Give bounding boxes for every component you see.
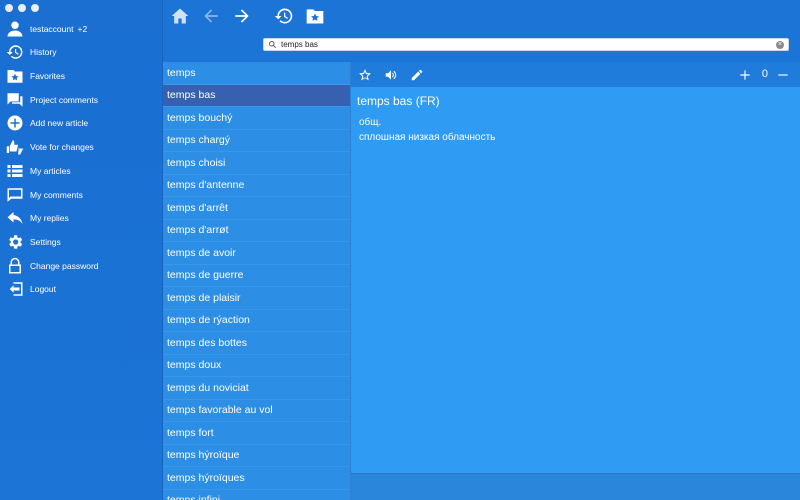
favorite-star-button[interactable]: [356, 66, 374, 84]
user-icon: [5, 19, 25, 39]
bottom-bar: [351, 473, 800, 500]
back-button[interactable]: [200, 5, 222, 27]
word-list-item[interactable]: temps doux: [163, 355, 350, 377]
window-controls: [5, 4, 39, 12]
word-list-item[interactable]: temps hýroïques: [163, 467, 350, 490]
favorites-button[interactable]: [304, 5, 326, 27]
word-list-item[interactable]: temps du noviciat: [163, 377, 350, 400]
sidebar-item-label: My replies: [30, 213, 69, 223]
word-list[interactable]: temps temps bas temps bouchý temps chargý te…: [163, 62, 351, 500]
history-icon: [274, 8, 293, 24]
sidebar-item-my-articles[interactable]: My articles: [5, 160, 71, 182]
home-icon: [171, 8, 189, 24]
star-outline-icon: [359, 69, 371, 81]
minus-icon: [778, 74, 788, 76]
word-list-item[interactable]: temps d'arrøt: [163, 220, 350, 242]
sidebar-item-label: Add new article: [30, 118, 89, 128]
minimize-window-button[interactable]: [18, 4, 26, 12]
word-list-item[interactable]: temps favorable au vol: [163, 400, 350, 422]
edit-button[interactable]: [408, 66, 426, 84]
word-list-item[interactable]: temps de guerre: [163, 265, 350, 287]
add-circle-icon: [5, 113, 25, 133]
sidebar-item-label: Project comments: [30, 95, 99, 105]
word-list-item[interactable]: temps de rýaction: [163, 310, 350, 332]
account-extra: +2: [77, 24, 88, 34]
sidebar-item-label: My comments: [30, 190, 83, 200]
word-list-item[interactable]: temps hýroïque: [163, 445, 350, 467]
comment-icon: [5, 185, 25, 205]
sidebar-item-vote-for-changes[interactable]: Vote for changes: [5, 136, 94, 158]
increase-button[interactable]: [736, 66, 754, 84]
top-toolbar: ×: [163, 0, 800, 62]
clear-search-button[interactable]: ×: [776, 40, 784, 49]
gear-icon: [5, 232, 25, 252]
sidebar-item-history[interactable]: History: [5, 41, 56, 63]
decrease-button[interactable]: [774, 66, 792, 84]
sidebar-item-favorites[interactable]: Favorites: [5, 65, 65, 87]
word-list-item[interactable]: temps bouchý: [163, 107, 350, 130]
search-icon: [269, 41, 277, 49]
arrow-left-icon: [204, 9, 218, 23]
sidebar-item-change-password[interactable]: Change password: [5, 255, 99, 277]
home-button[interactable]: [169, 5, 191, 27]
forward-button[interactable]: [231, 5, 253, 27]
pencil-icon: [411, 69, 423, 81]
word-list-item[interactable]: temps d'arrêt: [163, 197, 350, 220]
logout-icon: [5, 279, 25, 299]
history-button[interactable]: [273, 5, 295, 27]
lock-icon: [5, 256, 25, 276]
vote-counter: 0: [761, 68, 768, 80]
word-list-item[interactable]: temps infini: [163, 490, 350, 500]
sidebar-item-label: Favorites: [30, 71, 65, 81]
list-icon: [5, 161, 25, 181]
article-translation: сплошная низкая облачность: [359, 132, 496, 143]
sidebar-item-add-new-article[interactable]: Add new article: [5, 112, 88, 134]
sidebar-item-project-comments[interactable]: Project comments: [5, 89, 98, 111]
word-list-item[interactable]: temps choisi: [163, 152, 350, 175]
article-title: temps bas (FR): [357, 94, 440, 108]
sidebar-item-label: Logout: [30, 284, 56, 294]
sidebar: testaccount +2 History Favorites Project…: [0, 0, 163, 500]
history-icon: [5, 42, 25, 62]
plus-icon: [740, 70, 750, 80]
word-list-item[interactable]: temps chargý: [163, 130, 350, 152]
account-name: testaccount: [30, 24, 74, 34]
sidebar-item-label: My articles: [30, 166, 71, 176]
word-list-item[interactable]: temps de plaisir: [163, 287, 350, 310]
favorites-folder-icon: [5, 66, 25, 86]
sidebar-item-settings[interactable]: Settings: [5, 231, 61, 253]
word-list-item[interactable]: temps fort: [163, 422, 350, 445]
close-window-button[interactable]: [5, 4, 13, 12]
word-list-item[interactable]: temps des bottes: [163, 332, 350, 355]
account-item[interactable]: testaccount +2: [5, 18, 87, 40]
comments-icon: [5, 90, 25, 110]
sidebar-item-label: Change password: [30, 261, 99, 271]
sidebar-item-my-replies[interactable]: My replies: [5, 207, 69, 229]
thumbs-icon: [5, 137, 25, 157]
arrow-right-icon: [235, 9, 249, 23]
reply-icon: [5, 208, 25, 228]
sidebar-item-label: Vote for changes: [30, 142, 94, 152]
article-toolbar: 0: [351, 62, 800, 87]
sidebar-item-label: History: [30, 47, 57, 57]
speaker-icon: [385, 70, 397, 80]
search-bar: ×: [263, 38, 789, 51]
zoom-window-button[interactable]: [31, 4, 39, 12]
word-list-item[interactable]: temps de avoir: [163, 242, 350, 265]
favorites-folder-icon: [306, 9, 324, 24]
sidebar-item-my-comments[interactable]: My comments: [5, 184, 83, 206]
word-list-item[interactable]: temps bas: [163, 84, 350, 107]
pronounce-button[interactable]: [382, 66, 400, 84]
search-input[interactable]: [281, 39, 776, 50]
article-panel: 0 temps bas (FR) общ. сплошная низкая об…: [351, 62, 800, 473]
sidebar-item-label: Settings: [30, 237, 61, 247]
word-list-item[interactable]: temps d'antenne: [163, 175, 350, 197]
article-gloss: общ.: [359, 117, 382, 128]
word-list-item[interactable]: temps: [163, 62, 350, 85]
sidebar-item-logout[interactable]: Logout: [5, 278, 56, 300]
